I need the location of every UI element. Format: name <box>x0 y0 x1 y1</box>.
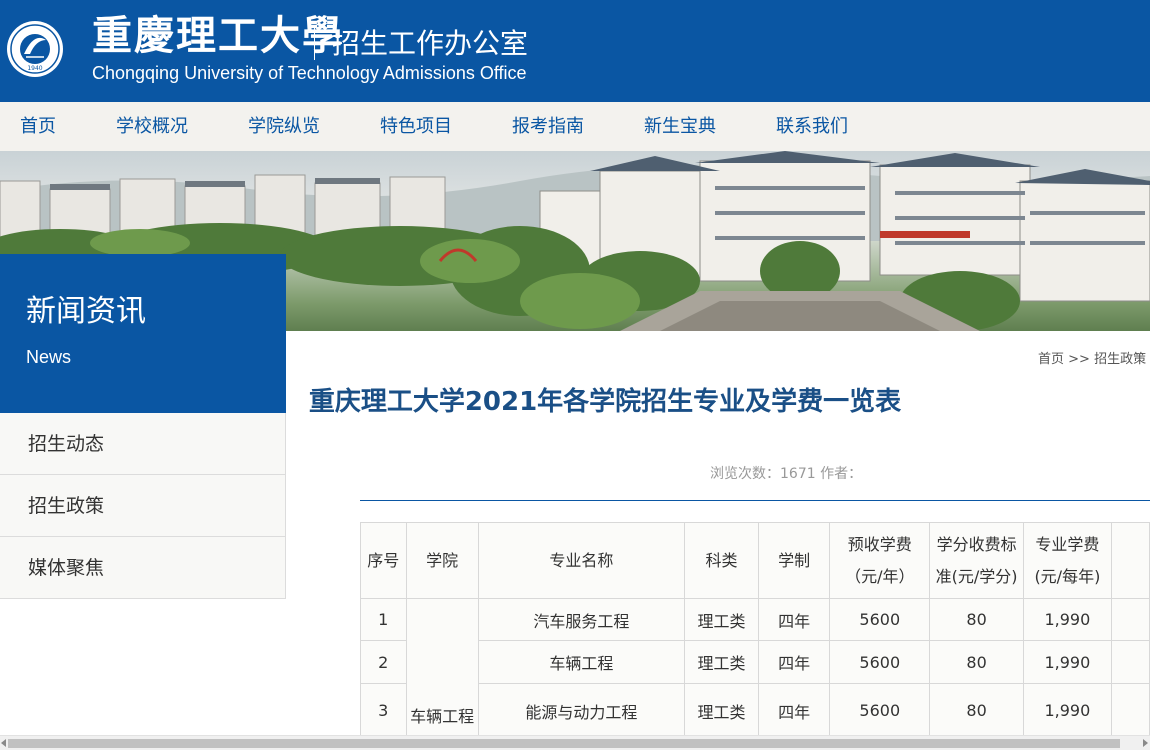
header-major-fee: 专业学费 (元/每年) <box>1022 522 1112 599</box>
cell-fee: 5600 <box>829 640 931 684</box>
sidebar-menu: 招生动态 招生政策 媒体聚焦 <box>0 413 286 599</box>
cell-major: 能源与动力工程 <box>477 683 686 735</box>
nav-contact-us[interactable]: 联系我们 <box>776 102 848 151</box>
cell-extra <box>1110 598 1150 641</box>
sidebar-subtitle: News <box>26 347 72 367</box>
nav-application-guide[interactable]: 报考指南 <box>512 102 584 151</box>
nav-colleges[interactable]: 学院纵览 <box>248 102 320 151</box>
cell-extra <box>1110 683 1150 735</box>
header-college: 学院 <box>405 522 479 599</box>
table-header-row: 序号 学院 专业名称 科类 学制 预收学费 （元/年） 学分收费标 准(元/学分) … <box>360 522 1150 599</box>
article-meta: 浏览次数：1671 作者： <box>710 466 863 482</box>
cell-college: 车辆工程 <box>405 598 479 735</box>
main-nav: 首页 学校概况 学院纵览 特色项目 报考指南 新生宝典 联系我们 <box>0 102 1150 151</box>
cell-no: 3 <box>360 683 407 735</box>
header-category: 科类 <box>683 522 760 599</box>
tuition-table: 序号 学院 专业名称 科类 学制 预收学费 （元/年） 学分收费标 准(元/学分) … <box>360 522 1150 735</box>
header-major: 专业名称 <box>477 522 686 599</box>
article-title-row: 重庆理工大学2021年各学院招生专业及学费一览表 <box>309 382 1150 422</box>
university-name-en[interactable]: Chongqing University of Technology Admis… <box>92 62 527 84</box>
sidebar-item-media-focus[interactable]: 媒体聚焦 <box>0 537 286 599</box>
breadcrumb-home[interactable]: 首页 <box>1038 352 1064 367</box>
table-row: 1 车辆工程 汽车服务工程 理工类 四年 5600 80 1,990 <box>360 598 1150 735</box>
header-extra <box>1110 522 1150 599</box>
header-prepaid-fee-line2: （元/年） <box>845 566 915 586</box>
breadcrumb-current[interactable]: 招生政策 <box>1094 352 1146 367</box>
cell-category: 理工类 <box>683 683 760 735</box>
breadcrumb: 首页 >> 招生政策 <box>1038 348 1146 367</box>
cell-no: 1 <box>360 598 407 641</box>
cell-major-fee: 1,990 <box>1022 683 1112 735</box>
scrollbar-thumb[interactable] <box>8 739 1120 748</box>
table-row: 3 能源与动力工程 理工类 四年 5600 80 1,990 <box>360 683 1150 735</box>
logo-year: 1940 <box>27 65 42 72</box>
cell-credit: 80 <box>929 640 1024 684</box>
article-title: 重庆理工大学2021年各学院招生专业及学费一览表 <box>308 387 902 417</box>
university-logo[interactable]: 1940 <box>6 10 64 88</box>
office-name[interactable]: 招生工作办公室 <box>332 26 528 62</box>
cell-extra <box>1110 640 1150 684</box>
cell-credit: 80 <box>929 683 1024 735</box>
cell-major-fee: 1,990 <box>1022 598 1112 641</box>
horizontal-scrollbar[interactable] <box>0 735 1150 750</box>
header-no: 序号 <box>360 522 407 599</box>
header-credit-fee-line1: 学分收费标 <box>936 534 1017 554</box>
sidebar-header: 新闻资讯 News <box>0 254 286 413</box>
header-prepaid-fee: 预收学费 （元/年） <box>829 522 931 599</box>
cell-category: 理工类 <box>683 640 760 684</box>
header-credit-fee: 学分收费标准(元/学分) <box>929 522 1024 599</box>
cell-credit: 80 <box>929 598 1024 641</box>
header-major-fee-line2: (元/每年) <box>1034 566 1101 586</box>
cell-major: 汽车服务工程 <box>477 598 686 641</box>
nav-special-programs[interactable]: 特色项目 <box>380 102 452 151</box>
cell-duration: 四年 <box>758 598 831 641</box>
cell-fee: 5600 <box>829 683 931 735</box>
nav-freshman-guide[interactable]: 新生宝典 <box>644 102 716 151</box>
site-header: 1940 重慶理工大學 招生工作办公室 Chongqing University… <box>0 0 1150 102</box>
cell-fee: 5600 <box>829 598 931 641</box>
tuition-table-container: 序号 学院 专业名称 科类 学制 预收学费 （元/年） 学分收费标 准(元/学分) … <box>360 522 1150 735</box>
cell-category: 理工类 <box>683 598 760 641</box>
cell-duration: 四年 <box>758 683 831 735</box>
sidebar-item-admission-news[interactable]: 招生动态 <box>0 413 286 475</box>
cell-duration: 四年 <box>758 640 831 684</box>
nav-home[interactable]: 首页 <box>20 102 56 151</box>
cell-major: 车辆工程 <box>477 640 686 684</box>
sidebar-title: 新闻资讯 <box>26 294 146 329</box>
title-divider <box>360 500 1150 501</box>
header-duration: 学制 <box>758 522 831 599</box>
header-credit-fee-line2: 准(元/学分) <box>935 566 1018 586</box>
university-name-cn[interactable]: 重慶理工大學 <box>92 14 344 58</box>
scroll-left-arrow-icon[interactable] <box>1 739 6 747</box>
nav-school-overview[interactable]: 学校概况 <box>116 102 188 151</box>
table-row: 2 车辆工程 理工类 四年 5600 80 1,990 <box>360 640 1150 684</box>
cell-no: 2 <box>360 640 407 684</box>
brand-divider <box>314 26 315 60</box>
breadcrumb-separator: >> <box>1068 352 1090 367</box>
cell-major-fee: 1,990 <box>1022 640 1112 684</box>
header-major-fee-line1: 专业学费 <box>1035 534 1100 554</box>
scroll-right-arrow-icon[interactable] <box>1143 739 1148 747</box>
header-prepaid-fee-line1: 预收学费 <box>847 534 912 554</box>
sidebar-item-admission-policy[interactable]: 招生政策 <box>0 475 286 537</box>
